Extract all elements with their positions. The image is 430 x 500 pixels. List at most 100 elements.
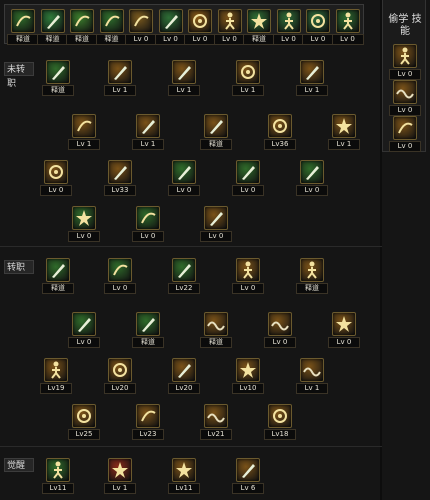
- quickbar-skill-10[interactable]: Lv 0: [272, 9, 305, 45]
- spear-icon: [172, 160, 196, 184]
- quickbar-skill-1[interactable]: 释道: [7, 9, 39, 45]
- skill-level-label: Lv 0: [232, 185, 264, 196]
- skill-level-label: Lv 0: [68, 337, 100, 348]
- skill-level-label: 释道: [200, 139, 232, 150]
- skill-transferred-10[interactable]: Lv 0: [328, 312, 360, 348]
- skill-transferred-4[interactable]: Lv 0: [232, 258, 264, 294]
- skill-transferred-11[interactable]: Lv19: [40, 358, 72, 394]
- skill-transferred-16[interactable]: Lv25: [68, 404, 100, 440]
- skill-untransferred-11[interactable]: Lv 0: [40, 160, 72, 196]
- skill-level-label: Lv 1: [232, 85, 264, 96]
- skill-untransferred-12[interactable]: Lv33: [104, 160, 136, 196]
- skill-transferred-13[interactable]: Lv20: [168, 358, 200, 394]
- skill-level-label: Lv33: [104, 185, 136, 196]
- skill-level-label: Lv 1: [168, 85, 200, 96]
- quickbar-skill-5[interactable]: Lv 0: [125, 9, 157, 45]
- dancer-icon: [236, 258, 260, 282]
- quickbar-skill-3[interactable]: 释道: [66, 9, 98, 45]
- stolen-skills-title: 偷学 技能: [388, 14, 422, 37]
- crescent-leaf-icon: [108, 258, 132, 282]
- skill-awakening-4[interactable]: Lv 6: [232, 458, 264, 494]
- skill-transferred-19[interactable]: Lv18: [264, 404, 296, 440]
- skill-awakening-3[interactable]: Lv11: [168, 458, 200, 494]
- skill-transferred-7[interactable]: 释道: [132, 312, 164, 348]
- section-untransferred: 未转职: [4, 62, 34, 89]
- skill-untransferred-3[interactable]: Lv 1: [168, 60, 200, 96]
- skill-level-label: Lv 6: [232, 483, 264, 494]
- skill-untransferred-17[interactable]: Lv 0: [132, 206, 164, 242]
- skill-untransferred-6[interactable]: Lv 1: [68, 114, 100, 150]
- stolen-skill-1[interactable]: Lv 0: [389, 44, 421, 80]
- hook-icon: [136, 404, 160, 428]
- skill-transferred-5[interactable]: 释道: [296, 258, 328, 294]
- arc-slash-icon: [236, 458, 260, 482]
- skill-untransferred-9[interactable]: Lv36: [264, 114, 296, 150]
- quickbar-skill-12[interactable]: Lv 0: [331, 9, 364, 45]
- skill-untransferred-15[interactable]: Lv 0: [296, 160, 328, 196]
- skill-transferred-9[interactable]: Lv 0: [264, 312, 296, 348]
- skill-level-label: Lv 0: [232, 283, 264, 294]
- skill-transferred-17[interactable]: Lv23: [132, 404, 164, 440]
- skill-level-label: Lv 0: [200, 231, 232, 242]
- quickbar-skill-6[interactable]: Lv 0: [154, 9, 187, 45]
- arrow-kick-icon: [393, 44, 417, 68]
- skill-untransferred-2[interactable]: Lv 1: [104, 60, 136, 96]
- skill-untransferred-5[interactable]: Lv 1: [296, 60, 328, 96]
- starburst-icon: [72, 206, 96, 230]
- great-sword-icon: [300, 160, 324, 184]
- stolen-skill-2[interactable]: Lv 0: [389, 80, 421, 116]
- quickbar-skill-9[interactable]: 释道: [243, 9, 275, 45]
- skill-level-label: Lv 0: [302, 34, 334, 45]
- skill-untransferred-14[interactable]: Lv 0: [232, 160, 264, 196]
- red-eruption-icon: [108, 458, 132, 482]
- portal-icon: [268, 404, 292, 428]
- section-divider: [0, 446, 382, 447]
- skill-awakening-2[interactable]: Lv 1: [104, 458, 136, 494]
- skill-untransferred-10[interactable]: Lv 1: [328, 114, 360, 150]
- quickbar-skill-11[interactable]: Lv 0: [302, 9, 334, 45]
- skill-transferred-14[interactable]: Lv10: [232, 358, 264, 394]
- skill-level-label: Lv 1: [68, 139, 100, 150]
- gust-icon: [268, 312, 292, 336]
- skill-level-label: 释道: [36, 34, 69, 45]
- skill-level-label: Lv36: [264, 139, 296, 150]
- quickbar-skill-2[interactable]: 释道: [36, 9, 69, 45]
- quickbar-skill-4[interactable]: 释道: [95, 9, 128, 45]
- skill-transferred-12[interactable]: Lv20: [104, 358, 136, 394]
- skill-untransferred-8[interactable]: 释道: [200, 114, 232, 150]
- skill-level-label: 释道: [66, 34, 98, 45]
- skill-awakening-1[interactable]: Lv11: [42, 458, 74, 494]
- skill-level-label: Lv 1: [132, 139, 164, 150]
- skill-transferred-18[interactable]: Lv21: [200, 404, 232, 440]
- skill-level-label: Lv 0: [389, 69, 421, 80]
- skill-transferred-3[interactable]: Lv22: [168, 258, 200, 294]
- swift-icon: [204, 404, 228, 428]
- cross-sword-icon: [204, 206, 228, 230]
- skill-level-label: 释道: [95, 34, 128, 45]
- skill-level-label: Lv11: [42, 483, 74, 494]
- stab-icon: [172, 358, 196, 382]
- skill-transferred-2[interactable]: Lv 0: [104, 258, 136, 294]
- skill-transferred-8[interactable]: 释道: [200, 312, 232, 348]
- skill-untransferred-4[interactable]: Lv 1: [232, 60, 264, 96]
- flow-icon: [204, 312, 228, 336]
- flame-figure-icon: [44, 358, 68, 382]
- skill-untransferred-18[interactable]: Lv 0: [200, 206, 232, 242]
- skill-transferred-6[interactable]: Lv 0: [68, 312, 100, 348]
- green-blade-icon: [236, 160, 260, 184]
- skill-transferred-15[interactable]: Lv 1: [296, 358, 328, 394]
- skill-untransferred-1[interactable]: 释道: [42, 60, 74, 96]
- quickbar-skill-7[interactable]: Lv 0: [184, 9, 216, 45]
- bird-icon: [11, 9, 35, 33]
- vortex-icon: [188, 9, 212, 33]
- stolen-skill-3[interactable]: Lv 0: [389, 116, 421, 152]
- skill-level-label: Lv 0: [68, 231, 100, 242]
- skill-untransferred-7[interactable]: Lv 1: [132, 114, 164, 150]
- quickbar-skill-8[interactable]: Lv 0: [213, 9, 246, 45]
- skill-transferred-1[interactable]: 释道: [42, 258, 74, 294]
- skill-level-label: Lv 1: [328, 139, 360, 150]
- feather-blade-icon: [136, 312, 160, 336]
- skill-untransferred-16[interactable]: Lv 0: [68, 206, 100, 242]
- skill-untransferred-13[interactable]: Lv 0: [168, 160, 200, 196]
- skill-level-label: Lv 1: [296, 383, 328, 394]
